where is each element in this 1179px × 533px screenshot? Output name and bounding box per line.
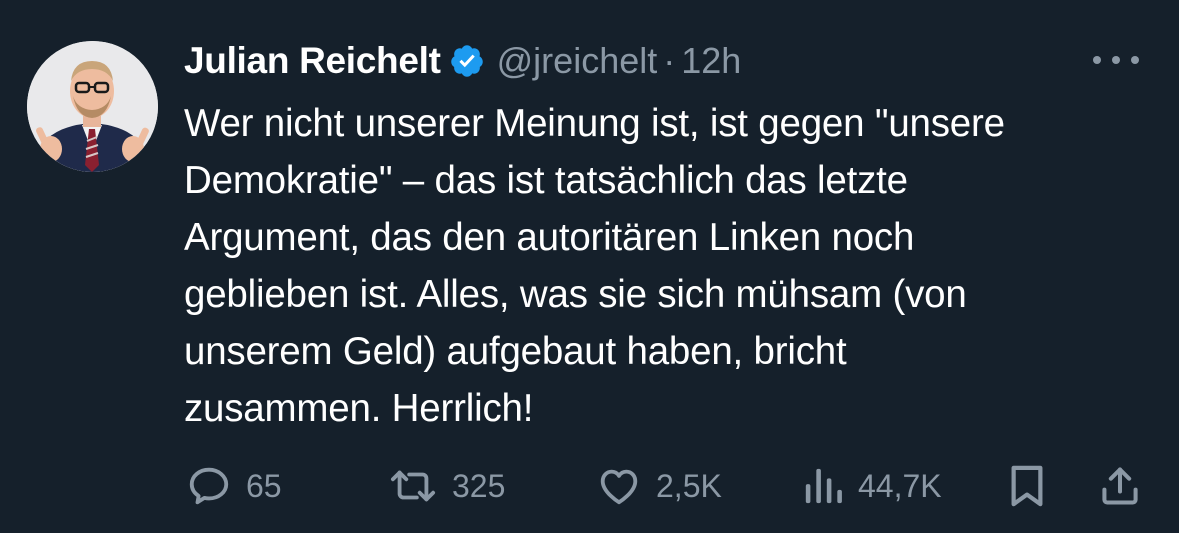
share-upload-icon	[1098, 463, 1142, 509]
more-dots-icon[interactable]	[1093, 50, 1139, 70]
separator-dot: ·	[663, 40, 676, 81]
repost-button[interactable]: 325	[388, 456, 505, 516]
reply-count: 65	[246, 467, 282, 504]
tweet-card: Julian Reichelt @jreichelt · 12h Wer nic…	[0, 0, 1179, 533]
like-count: 2,5K	[656, 467, 722, 504]
repost-arrows-icon	[388, 463, 438, 509]
avatar[interactable]	[27, 41, 158, 172]
bookmark-button[interactable]	[1006, 456, 1048, 516]
repost-count: 325	[452, 467, 506, 504]
tweet-header: Julian Reichelt @jreichelt · 12h	[184, 38, 741, 84]
author-handle[interactable]: @jreichelt	[497, 40, 658, 82]
reply-button[interactable]: 65	[186, 456, 282, 516]
avatar-image	[27, 41, 158, 172]
views-button[interactable]: 44,7K	[802, 456, 942, 516]
action-bar: 65 325 2,5K 44,7K	[184, 456, 1144, 516]
share-button[interactable]	[1098, 456, 1142, 516]
like-button[interactable]: 2,5K	[596, 456, 722, 516]
heart-icon	[596, 463, 642, 509]
verified-badge-icon	[449, 43, 485, 79]
bookmark-icon	[1006, 463, 1048, 509]
timestamp[interactable]: 12h	[681, 40, 741, 82]
reply-bubble-icon	[186, 463, 232, 509]
author-name[interactable]: Julian Reichelt	[184, 40, 441, 82]
views-bar-chart-icon	[802, 463, 844, 509]
views-count: 44,7K	[858, 467, 942, 504]
tweet-text: Wer nicht unserer Meinung ist, ist gegen…	[184, 102, 1005, 430]
